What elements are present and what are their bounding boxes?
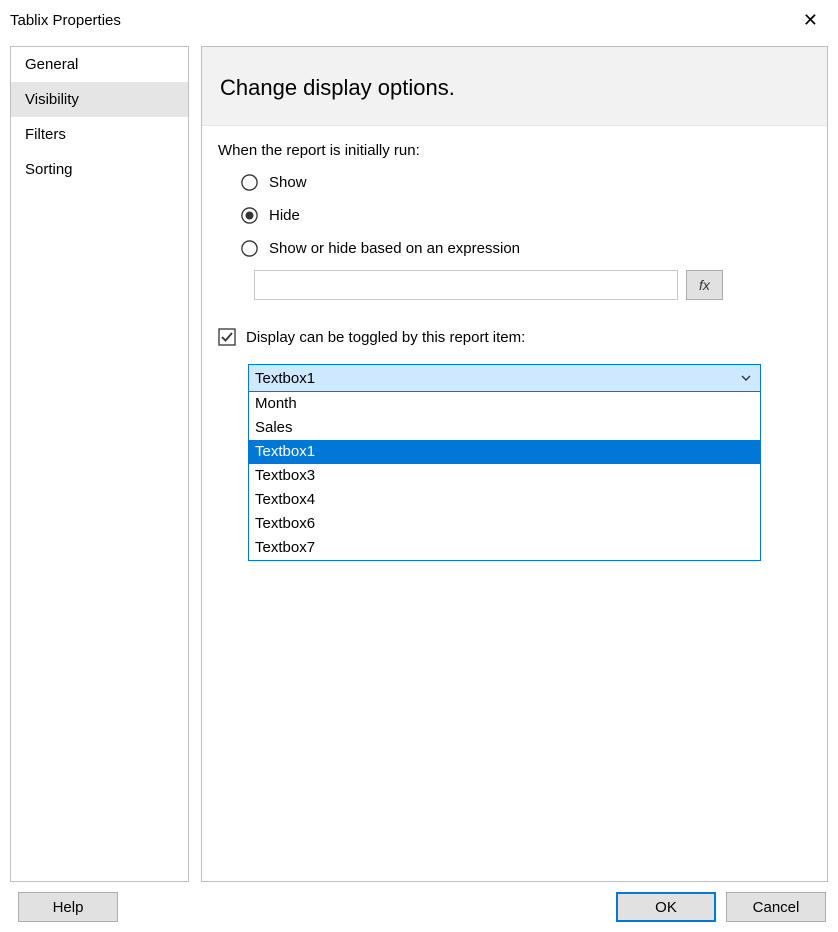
expression-row: fx — [218, 270, 811, 300]
dropdown-option-textbox4[interactable]: Textbox4 — [249, 488, 760, 512]
dropdown-option-textbox1[interactable]: Textbox1 — [249, 440, 760, 464]
initial-run-radio-group: Show Hide Show or hide based on an expre… — [218, 173, 811, 258]
ok-button[interactable]: OK — [616, 892, 716, 922]
radio-label-expression: Show or hide based on an expression — [269, 240, 520, 257]
dropdown-selected-text: Textbox1 — [255, 370, 315, 387]
dropdown-option-month[interactable]: Month — [249, 392, 760, 416]
dropdown-option-sales[interactable]: Sales — [249, 416, 760, 440]
sidebar-item-general[interactable]: General — [11, 47, 188, 82]
content-area: General Visibility Filters Sorting Chang… — [0, 40, 838, 882]
toggle-checkbox-label: Display can be toggled by this report it… — [246, 329, 525, 346]
dropdown-selected[interactable]: Textbox1 — [248, 364, 761, 392]
expression-input[interactable] — [254, 270, 678, 300]
sidebar-item-filters[interactable]: Filters — [11, 117, 188, 152]
toggle-item-dropdown[interactable]: Textbox1 Month Sales Textbox1 Textbox3 T… — [248, 364, 761, 561]
help-button[interactable]: Help — [18, 892, 118, 922]
panel-heading: Change display options. — [202, 47, 827, 126]
sidebar-item-visibility[interactable]: Visibility — [11, 82, 188, 117]
radio-icon-unchecked — [240, 173, 259, 192]
chevron-down-icon — [740, 372, 752, 384]
radio-label-show: Show — [269, 174, 307, 191]
dropdown-option-textbox7[interactable]: Textbox7 — [249, 536, 760, 560]
radio-icon-unchecked — [240, 239, 259, 258]
sidebar-item-sorting[interactable]: Sorting — [11, 152, 188, 187]
radio-label-hide: Hide — [269, 207, 300, 224]
sidebar: General Visibility Filters Sorting — [10, 46, 189, 882]
radio-icon-checked — [240, 206, 259, 225]
radio-row-expression[interactable]: Show or hide based on an expression — [240, 239, 811, 258]
panel-body: When the report is initially run: Show H… — [202, 126, 827, 561]
fx-icon: fx — [699, 277, 710, 293]
cancel-button[interactable]: Cancel — [726, 892, 826, 922]
radio-row-show[interactable]: Show — [240, 173, 811, 192]
initial-run-label: When the report is initially run: — [218, 142, 811, 159]
dropdown-option-textbox6[interactable]: Textbox6 — [249, 512, 760, 536]
toggle-checkbox-row[interactable]: Display can be toggled by this report it… — [218, 328, 811, 346]
button-bar-right: OK Cancel — [616, 892, 826, 922]
checkbox-icon-checked — [218, 328, 236, 346]
button-bar: Help OK Cancel — [0, 892, 838, 922]
titlebar: Tablix Properties ✕ — [0, 0, 838, 40]
dropdown-list: Month Sales Textbox1 Textbox3 Textbox4 T… — [248, 392, 761, 561]
radio-row-hide[interactable]: Hide — [240, 206, 811, 225]
dropdown-option-textbox3[interactable]: Textbox3 — [249, 464, 760, 488]
main-panel: Change display options. When the report … — [201, 46, 828, 882]
window-title: Tablix Properties — [10, 12, 121, 29]
fx-button[interactable]: fx — [686, 270, 723, 300]
close-button[interactable]: ✕ — [795, 7, 826, 33]
